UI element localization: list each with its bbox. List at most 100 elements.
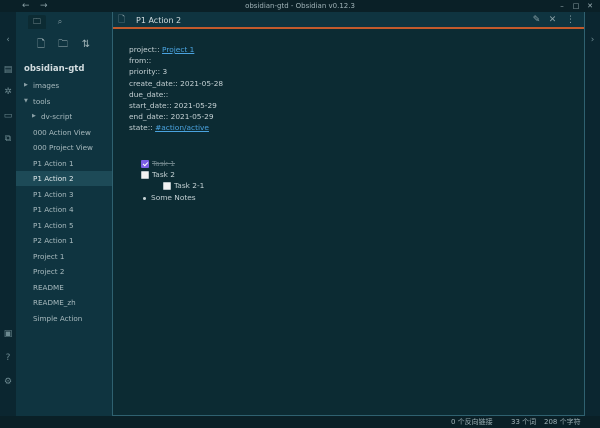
field-key: create_date:: <box>129 78 178 88</box>
frontmatter-line: priority:: 3 <box>129 66 167 78</box>
bullet-label: Some Notes <box>151 192 196 202</box>
tree-item-label: 000 Action View <box>33 127 91 137</box>
right-ribbon: › <box>585 12 600 416</box>
tree-item-label: P1 Action 4 <box>33 205 74 214</box>
file-item[interactable]: 000 Project View <box>16 140 112 155</box>
edit-pencil-icon[interactable]: ✎ <box>530 14 543 27</box>
frontmatter-line: due_date:: <box>129 89 168 101</box>
sort-icon[interactable]: ⇅ <box>79 38 93 52</box>
open-command-palette-icon[interactable]: ▭ <box>2 110 14 122</box>
field-value: 2021-05-29 <box>170 112 214 122</box>
file-item[interactable]: README <box>16 280 112 295</box>
graph-view-icon[interactable]: ✲ <box>2 86 14 98</box>
file-item[interactable]: 000 Action View <box>16 125 112 140</box>
field-key: end_date:: <box>129 112 169 122</box>
field-key: start_date:: <box>129 101 172 110</box>
frontmatter-line: end_date:: 2021-05-29 <box>129 111 214 123</box>
note-title[interactable]: P1 Action 2 <box>136 12 181 29</box>
tree-item-label: P1 Action 3 <box>33 189 74 199</box>
close-tab-icon[interactable]: ✕ <box>546 14 559 27</box>
expand-right-sidebar-icon[interactable]: › <box>587 34 598 46</box>
left-ribbon: ‹ ▤ ✲ ▭ ⧉ ▣ ? ⚙ <box>0 12 16 416</box>
frontmatter-line: state:: #action/active <box>129 122 209 134</box>
field-link[interactable]: #action/active <box>155 123 209 132</box>
file-item[interactable]: Project 2 <box>16 264 112 279</box>
folder-item[interactable]: ▶ dv-script <box>16 109 112 124</box>
document-icon: 🗋 <box>118 15 126 25</box>
tree-item-label: P1 Action 2 <box>33 174 74 183</box>
editor-pane: 🗋 P1 Action 2 ✎ ✕ ⋮ project:: Project 1f… <box>112 12 585 416</box>
frontmatter-line: create_date:: 2021-05-28 <box>129 78 223 90</box>
task-label: Task 2-1 <box>174 181 205 191</box>
file-item[interactable]: P1 Action 2 <box>16 171 112 186</box>
frontmatter-line: project:: Project 1 <box>129 44 194 56</box>
tree-item-label: P2 Action 1 <box>33 236 74 245</box>
tree-item-label: tools <box>33 96 51 106</box>
field-link[interactable]: Project 1 <box>162 45 194 54</box>
file-item[interactable]: README_zh <box>16 295 112 310</box>
new-folder-icon[interactable]: 🗀 <box>56 38 70 52</box>
file-explorer-tab-icon[interactable]: 🗀 <box>28 15 46 29</box>
backlinks-count[interactable]: 0 个反向链接 <box>451 416 493 428</box>
field-key: due_date:: <box>129 89 169 99</box>
title-bar: ← → obsidian-gtd - Obsidian v0.12.3 – □ … <box>0 0 600 12</box>
tree-item-label: README_zh <box>33 298 76 307</box>
field-key: project:: <box>129 45 160 54</box>
file-item[interactable]: P1 Action 3 <box>16 187 112 202</box>
file-item[interactable]: Simple Action <box>16 311 112 326</box>
plugin-icon[interactable]: ⧉ <box>2 133 14 145</box>
field-value: 3 <box>162 67 168 77</box>
more-options-icon[interactable]: ⋮ <box>564 14 577 27</box>
tree-item-label: images <box>33 81 60 90</box>
new-note-icon[interactable]: 🗋 <box>34 38 48 52</box>
file-item[interactable]: P2 Action 1 <box>16 233 112 248</box>
file-explorer: 🗀 ⌕ 🗋 🗀 ⇅ obsidian-gtd ▶ images ▼ tools ▶ dv-… <box>16 12 112 416</box>
tree-item-label: Project 2 <box>33 267 65 276</box>
field-value: 2021-05-29 <box>173 101 217 110</box>
vault-name[interactable]: obsidian-gtd <box>24 64 84 74</box>
task-checkbox[interactable] <box>141 171 149 180</box>
help-icon[interactable]: ? <box>2 352 14 364</box>
window-title: obsidian-gtd - Obsidian v0.12.3 <box>245 2 355 10</box>
open-quick-switcher-icon[interactable]: ▤ <box>2 64 14 76</box>
status-bar: 0 个反向链接 33 个词 208 个字符 <box>0 416 600 428</box>
field-key: state:: <box>129 123 153 133</box>
file-item[interactable]: P1 Action 4 <box>16 202 112 217</box>
search-tab-icon[interactable]: ⌕ <box>51 15 69 29</box>
tree-item-label: P1 Action 5 <box>33 220 74 230</box>
sidebar-tabs: 🗀 ⌕ <box>16 12 112 30</box>
frontmatter-line: from:: <box>129 55 151 67</box>
tree-item-label: dv-script <box>41 112 73 121</box>
file-item[interactable]: P1 Action 5 <box>16 218 112 233</box>
field-key: from:: <box>129 56 152 66</box>
task-label: Task 1 <box>152 159 176 168</box>
frontmatter-line: start_date:: 2021-05-29 <box>129 100 217 112</box>
field-value: 2021-05-28 <box>180 78 224 88</box>
field-key: priority:: <box>129 67 161 77</box>
character-count: 208 个字符 <box>544 418 581 426</box>
tree-item-label: README <box>33 282 64 292</box>
note-header: 🗋 P1 Action 2 ✎ ✕ ⋮ <box>113 12 584 29</box>
file-item[interactable]: P1 Action 1 <box>16 156 112 171</box>
tree-item-label: Project 1 <box>33 251 65 261</box>
task-checkbox[interactable] <box>163 182 171 191</box>
word-count: 33 个词 <box>511 418 537 426</box>
vault-switch-icon[interactable]: ▣ <box>2 328 14 340</box>
minimize-icon[interactable]: – <box>556 0 568 12</box>
tree-item-label: Simple Action <box>33 313 83 323</box>
task-checkbox-checked[interactable] <box>141 160 149 168</box>
caret-right-icon[interactable]: ▶ <box>32 109 36 124</box>
task-label: Task 2 <box>152 170 176 180</box>
folder-item[interactable]: ▼ tools <box>16 94 112 109</box>
folder-item[interactable]: ▶ images <box>16 78 112 93</box>
tree-item-label: P1 Action 1 <box>33 158 74 168</box>
file-item[interactable]: Project 1 <box>16 249 112 264</box>
tree-item-label: 000 Project View <box>33 143 93 152</box>
collapse-sidebar-icon[interactable]: ‹ <box>2 34 14 46</box>
settings-icon[interactable]: ⚙ <box>2 376 14 388</box>
caret-down-icon[interactable]: ▼ <box>24 94 28 109</box>
maximize-icon[interactable]: □ <box>570 0 582 12</box>
caret-right-icon[interactable]: ▶ <box>24 78 28 93</box>
close-window-icon[interactable]: ✕ <box>584 0 596 12</box>
bullet-dot-icon <box>143 196 146 200</box>
